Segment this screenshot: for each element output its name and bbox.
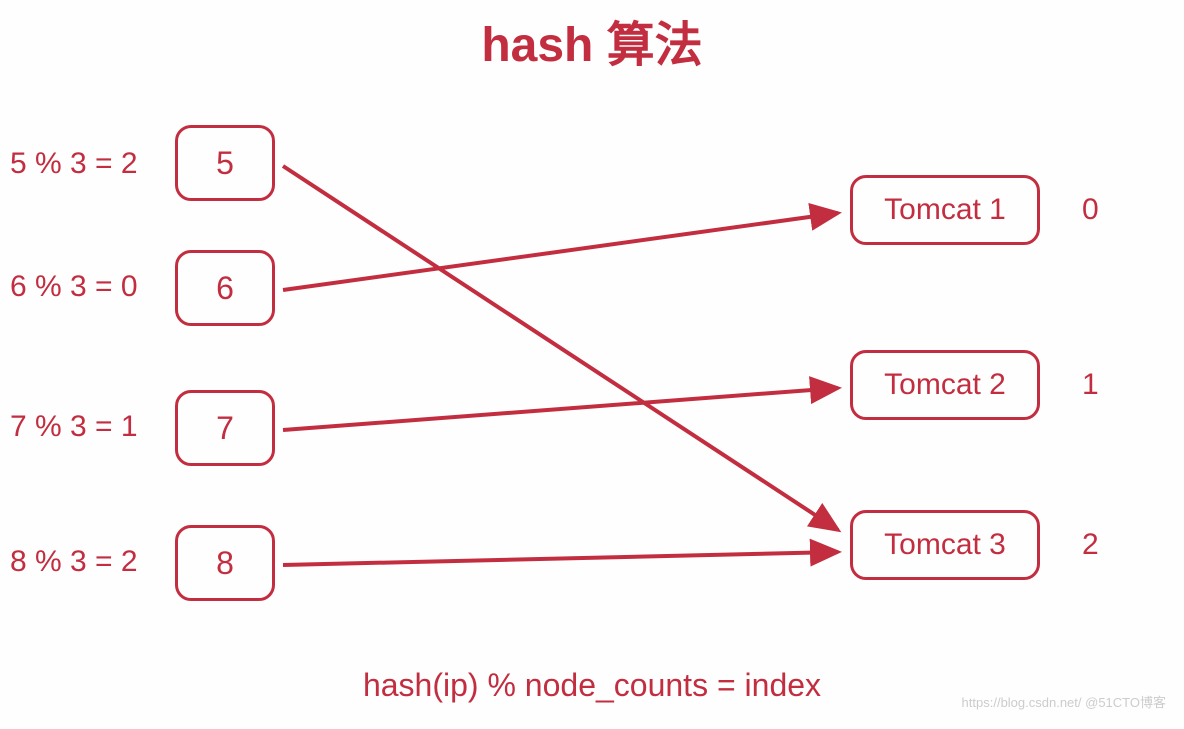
equation-3: 7 % 3 = 1: [10, 410, 138, 444]
index-label-1: 1: [1082, 368, 1099, 402]
tomcat-box-3: Tomcat 3: [850, 510, 1040, 580]
arrow-6-to-tomcat1: [283, 213, 838, 290]
input-box-6: 6: [175, 250, 275, 326]
input-box-5: 5: [175, 125, 275, 201]
tomcat-box-1: Tomcat 1: [850, 175, 1040, 245]
equation-4: 8 % 3 = 2: [10, 545, 138, 579]
equation-2: 6 % 3 = 0: [10, 270, 138, 304]
watermark-text: https://blog.csdn.net/ @51CTO博客: [962, 692, 1166, 711]
tomcat-box-2: Tomcat 2: [850, 350, 1040, 420]
arrow-5-to-tomcat3: [283, 166, 838, 530]
input-box-8: 8: [175, 525, 275, 601]
formula-text: hash(ip) % node_counts = index: [363, 667, 821, 704]
input-box-7: 7: [175, 390, 275, 466]
arrow-7-to-tomcat2: [283, 388, 838, 430]
arrow-8-to-tomcat3: [283, 552, 838, 565]
diagram-title: hash 算法: [481, 5, 702, 75]
equation-1: 5 % 3 = 2: [10, 147, 138, 181]
index-label-2: 2: [1082, 528, 1099, 562]
index-label-0: 0: [1082, 193, 1099, 227]
